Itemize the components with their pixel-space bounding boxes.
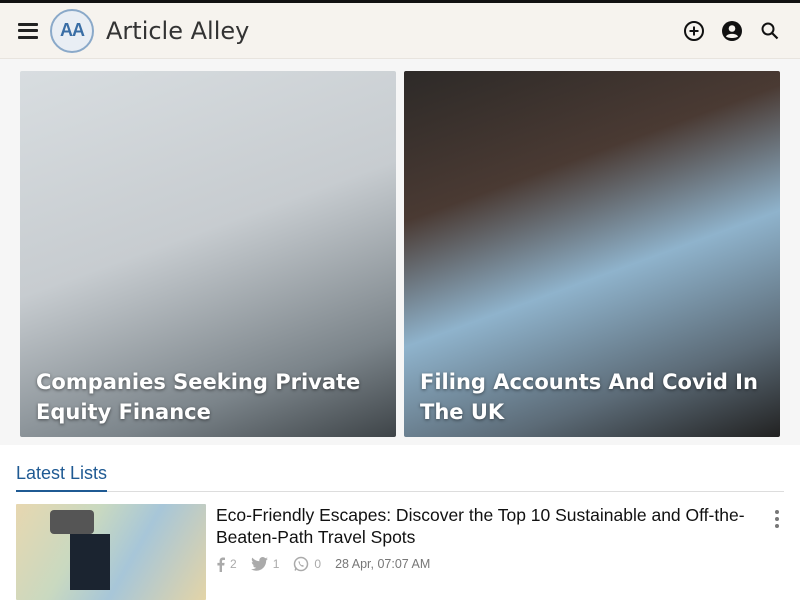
featured-card-title[interactable]: Companies Seeking Private Equity Finance	[36, 367, 380, 427]
section-heading: Latest Lists	[16, 463, 108, 492]
site-logo-text[interactable]: Article Alley	[106, 17, 249, 45]
twitter-share[interactable]: 1	[250, 557, 280, 571]
hamburger-menu-icon[interactable]	[18, 22, 38, 39]
featured-card-title[interactable]: Filing Accounts And Covid In The UK	[420, 367, 764, 427]
main-content: Companies Seeking Private Equity Finance…	[0, 59, 800, 600]
logo-badge[interactable]: AA	[50, 8, 94, 53]
whatsapp-count: 0	[314, 557, 322, 571]
kebab-menu-icon[interactable]	[770, 504, 784, 600]
list-item-body: Eco-Friendly Escapes: Discover the Top 1…	[216, 504, 770, 600]
site-header: AA Article Alley	[0, 3, 800, 59]
list-item-date: 28 Apr, 07:07 AM	[335, 557, 431, 571]
header-actions	[682, 19, 782, 43]
list-item-title[interactable]: Eco-Friendly Escapes: Discover the Top 1…	[216, 504, 770, 548]
camera-graphic	[50, 510, 94, 534]
latest-lists-section: Latest Lists Eco-Friendly Escapes: Disco…	[0, 445, 800, 600]
twitter-icon	[250, 557, 268, 571]
user-circle-icon[interactable]	[720, 19, 744, 43]
facebook-count: 2	[230, 557, 237, 571]
list-item-thumbnail[interactable]	[16, 504, 206, 600]
plus-circle-icon[interactable]	[682, 19, 706, 43]
logo-badge-text: AA	[60, 20, 85, 40]
list-item[interactable]: Eco-Friendly Escapes: Discover the Top 1…	[16, 504, 784, 600]
whatsapp-icon	[294, 556, 309, 572]
featured-card[interactable]: Companies Seeking Private Equity Finance	[20, 71, 396, 437]
search-icon[interactable]	[758, 19, 782, 43]
passport-graphic	[70, 534, 110, 590]
twitter-count: 1	[272, 557, 280, 571]
facebook-share[interactable]: 2	[216, 557, 237, 572]
featured-articles: Companies Seeking Private Equity Finance…	[0, 59, 800, 445]
whatsapp-share[interactable]: 0	[293, 556, 321, 572]
section-divider	[16, 491, 784, 492]
list-item-meta: 2 1 0 28 Apr, 07:07 AM	[216, 556, 770, 572]
facebook-icon	[217, 557, 225, 572]
featured-card[interactable]: Filing Accounts And Covid In The UK	[404, 71, 780, 437]
